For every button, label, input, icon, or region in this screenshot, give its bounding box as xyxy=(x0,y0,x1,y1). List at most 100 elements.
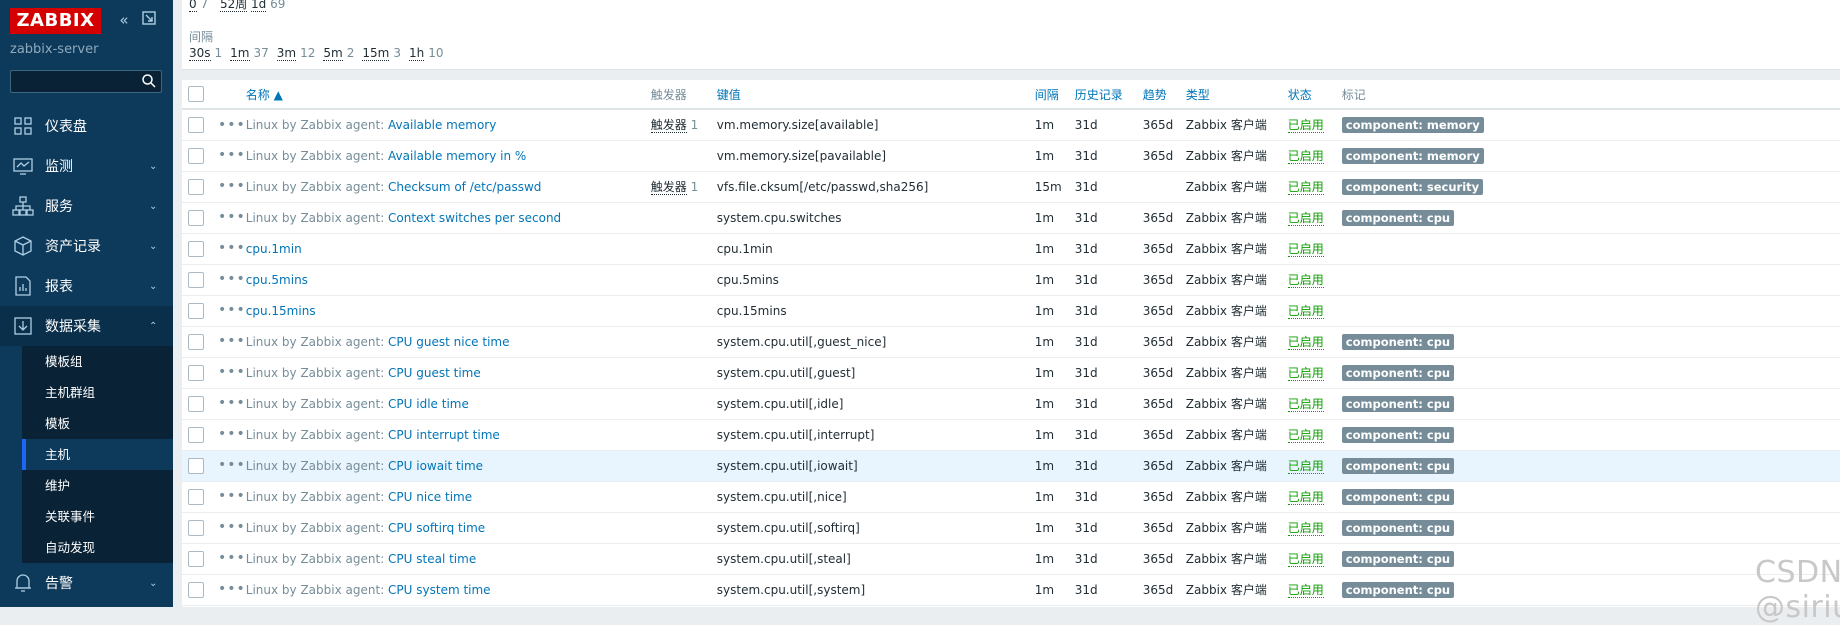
status-toggle[interactable]: 已启用 xyxy=(1287,583,1324,598)
select-all-checkbox[interactable] xyxy=(188,86,204,102)
status-toggle[interactable]: 已启用 xyxy=(1287,242,1324,257)
column-interval[interactable]: 间隔 xyxy=(1034,80,1075,110)
status-toggle[interactable]: 已启用 xyxy=(1287,180,1324,195)
more-actions-icon[interactable]: ••• xyxy=(218,581,246,597)
template-link[interactable]: Linux by Zabbix agent xyxy=(246,211,380,225)
interval-filter-link[interactable]: 5m xyxy=(323,46,343,61)
interval-filter-link[interactable]: 1m xyxy=(230,46,250,61)
status-toggle[interactable]: 已启用 xyxy=(1287,552,1324,567)
tag-badge[interactable]: component: cpu xyxy=(1341,519,1455,536)
interval-filter-link[interactable]: 1h xyxy=(408,46,425,61)
row-checkbox[interactable] xyxy=(188,550,204,567)
row-checkbox[interactable] xyxy=(188,178,204,195)
row-checkbox[interactable] xyxy=(188,117,204,133)
more-actions-icon[interactable]: ••• xyxy=(218,240,246,256)
zabbix-logo[interactable]: ZABBIX xyxy=(10,8,101,34)
row-checkbox[interactable] xyxy=(188,209,204,226)
item-name-link[interactable]: CPU idle time xyxy=(388,397,469,411)
row-checkbox[interactable] xyxy=(188,519,204,536)
item-name-link[interactable]: CPU softirq time xyxy=(388,521,485,535)
item-name-link[interactable]: CPU iowait time xyxy=(388,459,483,473)
menu-monitoring[interactable]: 监测 ⌄ xyxy=(0,146,173,186)
tag-badge[interactable]: component: cpu xyxy=(1341,550,1455,567)
row-checkbox[interactable] xyxy=(188,426,204,443)
more-actions-icon[interactable]: ••• xyxy=(218,550,246,566)
status-toggle[interactable]: 已启用 xyxy=(1287,490,1324,505)
submenu-hosts[interactable]: 主机 xyxy=(0,439,173,470)
submenu-event-correlation[interactable]: 关联事件 xyxy=(0,501,173,532)
template-link[interactable]: Linux by Zabbix agent xyxy=(246,428,380,442)
more-actions-icon[interactable]: ••• xyxy=(218,333,246,349)
item-name-link[interactable]: Available memory in % xyxy=(388,149,526,163)
row-checkbox[interactable] xyxy=(188,240,204,257)
item-name-link[interactable]: CPU nice time xyxy=(388,490,472,504)
more-actions-icon[interactable]: ••• xyxy=(218,364,246,380)
column-name[interactable]: 名称 ▲ xyxy=(245,80,651,110)
status-toggle[interactable]: 已启用 xyxy=(1287,459,1324,474)
template-link[interactable]: Linux by Zabbix agent xyxy=(246,180,380,194)
item-name-link[interactable]: cpu.15mins xyxy=(246,304,316,318)
item-name-link[interactable]: CPU interrupt time xyxy=(388,428,500,442)
template-link[interactable]: Linux by Zabbix agent xyxy=(246,552,380,566)
column-trends[interactable]: 趋势 xyxy=(1142,80,1186,110)
status-toggle[interactable]: 已启用 xyxy=(1287,304,1324,319)
row-checkbox[interactable] xyxy=(188,395,204,412)
status-toggle[interactable]: 已启用 xyxy=(1287,335,1324,350)
template-link[interactable]: Linux by Zabbix agent xyxy=(246,459,380,473)
status-toggle[interactable]: 已启用 xyxy=(1287,118,1324,134)
more-actions-icon[interactable]: ••• xyxy=(218,395,246,411)
tag-badge[interactable]: component: memory xyxy=(1341,116,1484,133)
status-toggle[interactable]: 已启用 xyxy=(1287,428,1324,443)
template-link[interactable]: Linux by Zabbix agent xyxy=(246,335,380,349)
item-name-link[interactable]: Checksum of /etc/passwd xyxy=(388,180,541,194)
item-name-link[interactable]: cpu.5mins xyxy=(246,273,308,287)
status-toggle[interactable]: 已启用 xyxy=(1287,397,1324,412)
template-link[interactable]: Linux by Zabbix agent xyxy=(246,118,380,132)
more-actions-icon[interactable]: ••• xyxy=(218,488,246,504)
status-toggle[interactable]: 已启用 xyxy=(1287,211,1324,226)
kiosk-mode-icon[interactable] xyxy=(140,11,158,29)
sidebar-search-input[interactable] xyxy=(11,71,136,92)
more-actions-icon[interactable]: ••• xyxy=(218,117,246,133)
more-actions-icon[interactable]: ••• xyxy=(218,426,246,442)
column-key[interactable]: 键值 xyxy=(716,80,1035,110)
more-actions-icon[interactable]: ••• xyxy=(218,457,246,473)
filter-link[interactable]: 52周 xyxy=(219,0,248,12)
collapse-sidebar-icon[interactable]: « xyxy=(115,11,133,29)
item-name-link[interactable]: Context switches per second xyxy=(388,211,561,225)
interval-filter-link[interactable]: 3m xyxy=(276,46,297,61)
interval-filter-link[interactable]: 30s xyxy=(189,46,211,61)
menu-reports[interactable]: 报表 ⌄ xyxy=(0,266,173,306)
filter-link[interactable]: 0 xyxy=(189,0,197,12)
column-type[interactable]: 类型 xyxy=(1185,80,1288,110)
row-checkbox[interactable] xyxy=(188,581,204,598)
more-actions-icon[interactable]: ••• xyxy=(218,271,246,287)
more-actions-icon[interactable]: ••• xyxy=(218,147,246,163)
row-checkbox[interactable] xyxy=(188,271,204,288)
menu-inventory[interactable]: 资产记录 ⌄ xyxy=(0,226,173,266)
template-link[interactable]: Linux by Zabbix agent xyxy=(246,149,380,163)
row-checkbox[interactable] xyxy=(188,147,204,164)
more-actions-icon[interactable]: ••• xyxy=(218,178,246,194)
row-checkbox[interactable] xyxy=(188,488,204,505)
triggers-link[interactable]: 触发器 xyxy=(650,180,687,195)
menu-alerts[interactable]: 告警 ⌄ xyxy=(0,563,173,603)
row-checkbox[interactable] xyxy=(188,364,204,381)
row-checkbox[interactable] xyxy=(188,302,204,319)
template-link[interactable]: Linux by Zabbix agent xyxy=(246,521,380,535)
tag-badge[interactable]: component: memory xyxy=(1341,147,1484,164)
tag-badge[interactable]: component: cpu xyxy=(1341,457,1455,474)
interval-filter-link[interactable]: 15m xyxy=(362,46,390,61)
tag-badge[interactable]: component: cpu xyxy=(1341,395,1455,412)
submenu-maintenance[interactable]: 维护 xyxy=(0,470,173,501)
item-name-link[interactable]: CPU guest nice time xyxy=(388,335,509,349)
search-icon[interactable] xyxy=(141,73,157,89)
column-history[interactable]: 历史记录 xyxy=(1074,80,1143,110)
row-checkbox[interactable] xyxy=(188,457,204,474)
more-actions-icon[interactable]: ••• xyxy=(218,519,246,535)
menu-services[interactable]: 服务 ⌄ xyxy=(0,186,173,226)
status-toggle[interactable]: 已启用 xyxy=(1287,149,1324,164)
submenu-templates[interactable]: 模板 xyxy=(0,408,173,439)
triggers-link[interactable]: 触发器 xyxy=(650,118,687,134)
item-name-link[interactable]: CPU steal time xyxy=(388,552,476,566)
